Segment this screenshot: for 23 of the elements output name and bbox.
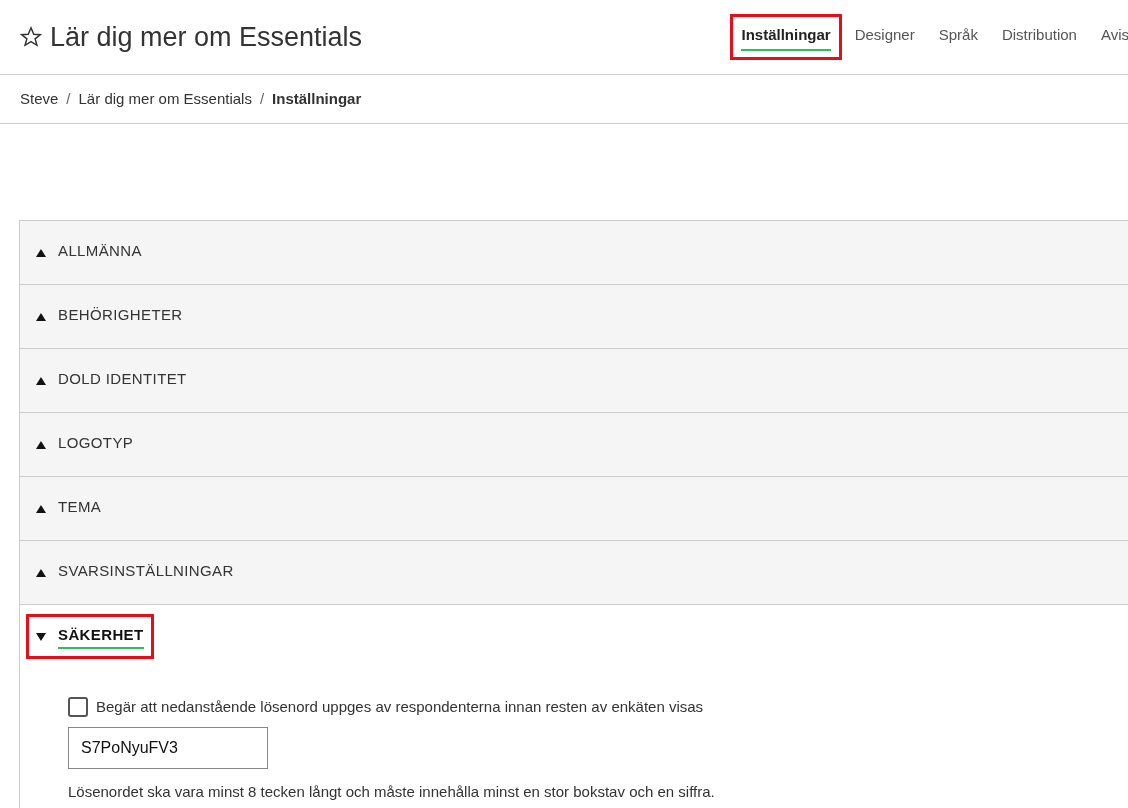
nav-tab[interactable]: Designer: [854, 24, 915, 51]
separator: /: [259, 88, 265, 109]
nav-tab[interactable]: Avis: [1100, 24, 1128, 51]
checkbox[interactable]: [68, 697, 88, 718]
section-header[interactable]: SÄKERHET: [58, 624, 144, 649]
section-header[interactable]: LOGOTYP: [58, 432, 134, 457]
section-header[interactable]: BEHÖRIGHETER: [58, 304, 183, 329]
password-field[interactable]: S7PoNyuFV3: [68, 726, 268, 769]
section-header[interactable]: TEMA: [58, 496, 102, 521]
breadcrumb-current: Inställningar: [272, 88, 362, 109]
breadcrumb-link[interactable]: Lär dig mer om Essentials: [78, 87, 252, 111]
separator: /: [66, 88, 71, 109]
star-icon[interactable]: [20, 26, 42, 48]
password-hint: Lösenordet ska vara minst 8 tecken långt och måste innehålla minst en stor bokstav och en siffra.: [68, 781, 716, 802]
section-header[interactable]: DOLD IDENTITET: [58, 368, 187, 393]
nav-tab[interactable]: Distribution: [1001, 24, 1077, 51]
section-header[interactable]: ALLMÄNNA: [58, 240, 142, 265]
nav-tab[interactable]: Inställningar: [741, 24, 831, 51]
breadcrumb-link[interactable]: Steve: [20, 87, 59, 111]
section-header[interactable]: SVARSINSTÄLLNINGAR: [58, 560, 234, 585]
nav-tab[interactable]: Språk: [938, 24, 978, 51]
checkbox-label: Begär att nedanstående lösenord uppges av respondenterna innan resten av enkäten visas: [96, 697, 704, 717]
page-title: Lär dig mer om Essentials: [50, 20, 363, 54]
